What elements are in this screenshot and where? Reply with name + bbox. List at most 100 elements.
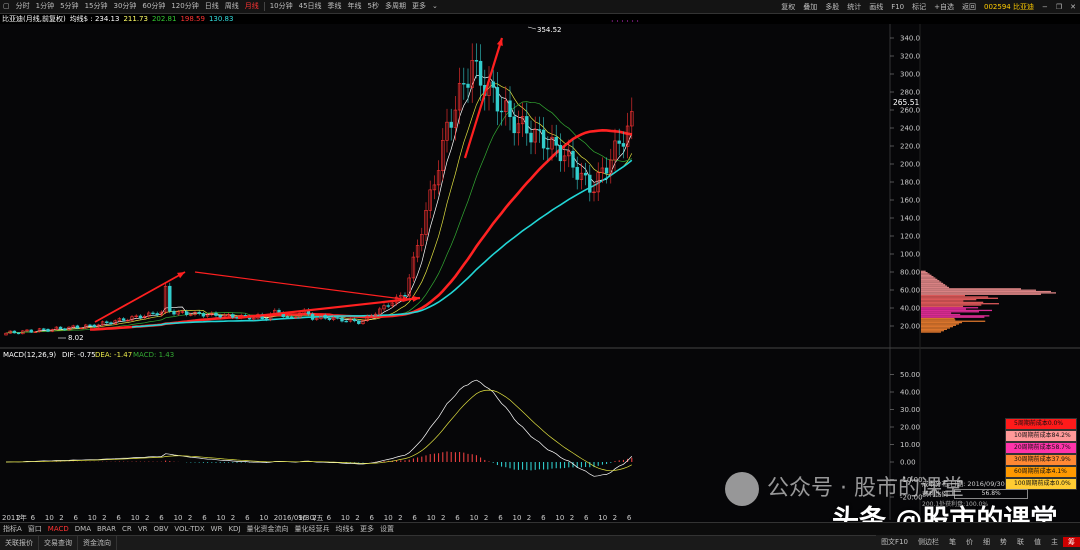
indicator-tab-0[interactable]: 指标A: [0, 523, 25, 535]
candle-body: [92, 324, 96, 328]
indicator-tab-6[interactable]: VR: [135, 523, 151, 535]
status-right-item-8[interactable]: 主: [1046, 537, 1063, 547]
period-tab-15[interactable]: 多周期: [382, 0, 409, 13]
toolbar-right-item-5[interactable]: F10: [887, 3, 908, 11]
status-right-item-7[interactable]: 值: [1029, 537, 1046, 547]
toolbar-right-item-7[interactable]: +自选: [930, 2, 958, 12]
period-tab-6[interactable]: 120分钟: [168, 0, 201, 13]
candle-body: [12, 330, 17, 334]
macd-dif: DIF: -0.75: [62, 351, 96, 359]
period-tab-10[interactable]: 10分钟: [267, 0, 296, 13]
toolbar-right-item-8[interactable]: 返回: [958, 2, 980, 12]
price-tick-label: 220.0: [900, 143, 920, 151]
indicator-tab-15[interactable]: 设置: [377, 523, 397, 535]
cost-bar: [921, 328, 947, 330]
indicator-tab-3[interactable]: DMA: [72, 523, 94, 535]
status-right-item-9[interactable]: 筹: [1063, 537, 1080, 547]
period-tab-13[interactable]: 年线: [345, 0, 365, 13]
status-right-item-4[interactable]: 细: [978, 537, 995, 547]
period-tab-1[interactable]: 1分钟: [33, 0, 57, 13]
close-icon[interactable]: ✕: [1066, 3, 1080, 11]
period-tab-7[interactable]: 日线: [202, 0, 222, 13]
toolbar-right-item-3[interactable]: 统计: [843, 2, 865, 12]
candle-body: [214, 312, 218, 316]
time-tick-label: 10: [470, 514, 479, 522]
minimize-icon[interactable]: −: [1038, 3, 1052, 11]
cost-bar: [921, 270, 926, 272]
time-tick-label: 2: [398, 514, 402, 522]
period-tab-9[interactable]: 月线: [242, 0, 262, 13]
status-right-item-1[interactable]: 侧边栏: [913, 537, 944, 547]
status-tab-0[interactable]: 关联报价: [0, 536, 39, 550]
candle-body: [554, 136, 558, 146]
indicator-tab-10[interactable]: KDJ: [225, 523, 243, 535]
time-tick-label: 10: [131, 514, 140, 522]
toolbar-right-item-0[interactable]: 复权: [777, 2, 799, 12]
status-bar-right: 图文F10 侧边栏笔价细势联值主筹: [876, 535, 1080, 549]
indicator-tab-5[interactable]: CR: [119, 523, 135, 535]
period-tab-0[interactable]: 分时: [13, 0, 33, 13]
period-tab-8[interactable]: 周线: [222, 0, 242, 13]
period-tab-16[interactable]: 更多: [409, 0, 429, 13]
indicator-tab-2[interactable]: MACD: [45, 523, 72, 535]
status-tab-1[interactable]: 交易查询: [39, 536, 78, 550]
cost-bar: [921, 289, 1036, 291]
macd-tick-label: 40.00: [900, 389, 920, 397]
status-right-item-6[interactable]: 联: [1012, 537, 1029, 547]
period-tab-3[interactable]: 15分钟: [82, 0, 111, 13]
restore-icon[interactable]: ❐: [1052, 3, 1066, 11]
period-tab-2[interactable]: 5分钟: [57, 0, 81, 13]
candle-body: [168, 285, 172, 312]
time-tick-label: 2: [570, 514, 574, 522]
time-tick-label: 6: [31, 514, 36, 522]
candle-body: [604, 167, 609, 174]
status-right-item-2[interactable]: 笔: [944, 537, 961, 547]
period-tab-14[interactable]: 5秒: [365, 0, 382, 13]
period-tab-4[interactable]: 30分钟: [110, 0, 139, 13]
period-tab-12[interactable]: 季线: [325, 0, 345, 13]
toolbar-right-item-6[interactable]: 标记: [908, 2, 930, 12]
status-tab-2[interactable]: 资金流向: [78, 536, 117, 550]
candle-body: [285, 316, 290, 318]
price-tick-label: 140.0: [900, 215, 920, 223]
indicator-tab-13[interactable]: 均线$: [333, 523, 357, 535]
time-tick-label: 6: [245, 514, 250, 522]
indicator-tab-14[interactable]: 更多: [357, 523, 377, 535]
price-tick-label: 240.0: [900, 125, 920, 133]
price-tick-label: 180.0: [900, 179, 920, 187]
candle-body: [583, 172, 588, 176]
cost-bar: [921, 301, 984, 303]
indicator-tab-1[interactable]: 窗口: [25, 523, 45, 535]
window-icon[interactable]: ▢: [0, 0, 13, 13]
toolbar-right-item-2[interactable]: 多股: [821, 2, 843, 12]
status-right-item-5[interactable]: 势: [995, 537, 1012, 547]
time-tick-label: 6: [498, 514, 503, 522]
cost-bar: [921, 292, 1056, 294]
indicator-tab-8[interactable]: VOL-TDX: [171, 523, 207, 535]
cost-bar: [921, 326, 953, 328]
candle-body: [478, 60, 483, 86]
indicator-tab-4[interactable]: BRAR: [94, 523, 119, 535]
period-tab-11[interactable]: 45日线: [296, 0, 325, 13]
indicator-tab-7[interactable]: OBV: [150, 523, 171, 535]
more-dropdown-icon[interactable]: ⌄: [429, 0, 441, 13]
indicator-tab-12[interactable]: 量化经营兵: [292, 523, 333, 535]
candle-body: [357, 320, 361, 324]
cost-legend-item-1: 10周期前成本84.2%: [1005, 430, 1077, 442]
chart-canvas[interactable]: 340.0 320.0 300.0 280.0 260.0 240.0 220.0 200.0…: [0, 0, 1080, 549]
period-tab-5[interactable]: 60分钟: [139, 0, 168, 13]
price-tick-label: 60.00: [900, 287, 920, 295]
high-price-label: 354.52: [537, 26, 562, 34]
toolbar-right-item-4[interactable]: 画线: [865, 2, 887, 12]
stock-code-label[interactable]: 002594 比亚迪: [980, 2, 1038, 12]
candle-body: [386, 305, 390, 307]
cost-bar: [921, 307, 979, 309]
cost-bar: [921, 277, 936, 279]
candle-body: [46, 328, 50, 332]
toolbar-right-item-1[interactable]: 叠加: [799, 2, 821, 12]
indicator-tab-11[interactable]: 量化资金流向: [244, 523, 292, 535]
status-right-item-0[interactable]: 图文F10: [876, 537, 913, 547]
indicator-tab-9[interactable]: WR: [208, 523, 226, 535]
status-right-item-3[interactable]: 价: [961, 537, 978, 547]
cost-bar: [921, 303, 999, 305]
